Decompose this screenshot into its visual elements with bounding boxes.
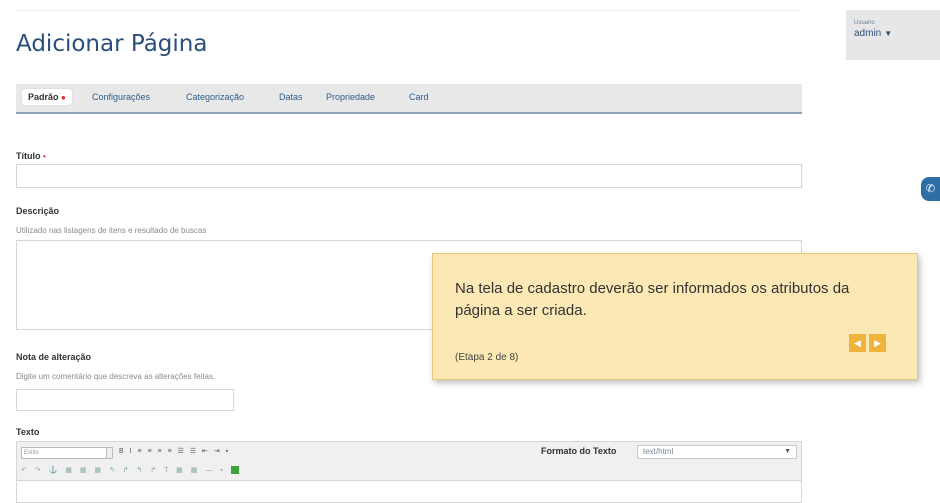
tab-label: Padrão (28, 92, 59, 102)
user-name: admin (854, 28, 882, 39)
help-badge-icon[interactable]: ✆ (921, 177, 940, 201)
format-select[interactable]: text/html ▼ (637, 445, 797, 459)
nota-label: Nota de alteração (16, 352, 92, 362)
rich-text-editor[interactable] (16, 481, 802, 503)
format-select-value: text/html (643, 447, 674, 456)
tour-prev-button[interactable]: ◀ (849, 334, 866, 352)
titulo-label: Título • (16, 151, 46, 161)
tab-padrao[interactable]: Padrão ● (22, 89, 72, 105)
titulo-label-text: Título (16, 151, 41, 161)
tab-configuracoes[interactable]: Configurações (92, 92, 150, 102)
user-dropdown[interactable]: admin ▼ (854, 28, 892, 39)
style-select-placeholder: Estilo (24, 450, 39, 456)
style-select[interactable]: Estilo (21, 447, 113, 459)
tour-step: (Etapa 2 de 8) (455, 352, 519, 363)
chevron-left-icon: ◀ (854, 338, 861, 348)
user-label: Usuario (854, 20, 875, 26)
formatting-buttons[interactable]: B I ≡ ≡ ≡ ≡ ☰ ☰ ⇤ ⇥ ▪ (119, 447, 230, 455)
tab-card[interactable]: Card (409, 92, 429, 102)
page-title: Adicionar Página (16, 31, 208, 57)
insert-buttons[interactable]: ↶ ↷ ⚓ ▦ ▦ ▦ ↰ ↱ ↰ ↱ T ▦ ▦ ― ▪ (21, 466, 239, 475)
required-mark: • (43, 152, 46, 161)
top-divider (16, 10, 802, 11)
tab-categorizacao[interactable]: Categorização (186, 92, 244, 102)
user-menu[interactable]: Usuario admin ▼ (846, 10, 940, 60)
tour-message: Na tela de cadastro deverão ser informad… (455, 280, 850, 319)
tour-tooltip: Na tela de cadastro deverão ser informad… (432, 253, 918, 380)
tab-bar: Padrão ● Configurações Categorização Dat… (16, 84, 802, 114)
source-icon[interactable] (230, 466, 239, 475)
caret-down-icon: ▼ (884, 29, 893, 38)
nota-input[interactable] (16, 389, 234, 411)
tab-propriedade[interactable]: Propriedade (326, 92, 375, 102)
format-label: Formato do Texto (541, 446, 617, 456)
titulo-input[interactable] (16, 164, 802, 188)
chevron-right-icon: ▶ (874, 338, 881, 348)
tab-datas[interactable]: Datas (279, 92, 303, 102)
descricao-hint: Utilizado nas listagens de itens e resul… (16, 226, 207, 235)
chevron-down-icon: ▼ (784, 448, 791, 455)
dropdown-arrow-icon (106, 448, 112, 458)
editor-toolbar: Estilo B I ≡ ≡ ≡ ≡ ☰ ☰ ⇤ ⇥ ▪ ↶ ↷ ⚓ ▦ ▦ ▦… (16, 441, 802, 481)
nota-hint: Digite um comentário que descreva as alt… (16, 372, 216, 381)
required-dot-icon: ● (61, 93, 66, 102)
texto-label: Texto (16, 427, 40, 437)
descricao-label: Descrição (16, 206, 60, 216)
tour-next-button[interactable]: ▶ (869, 334, 886, 352)
